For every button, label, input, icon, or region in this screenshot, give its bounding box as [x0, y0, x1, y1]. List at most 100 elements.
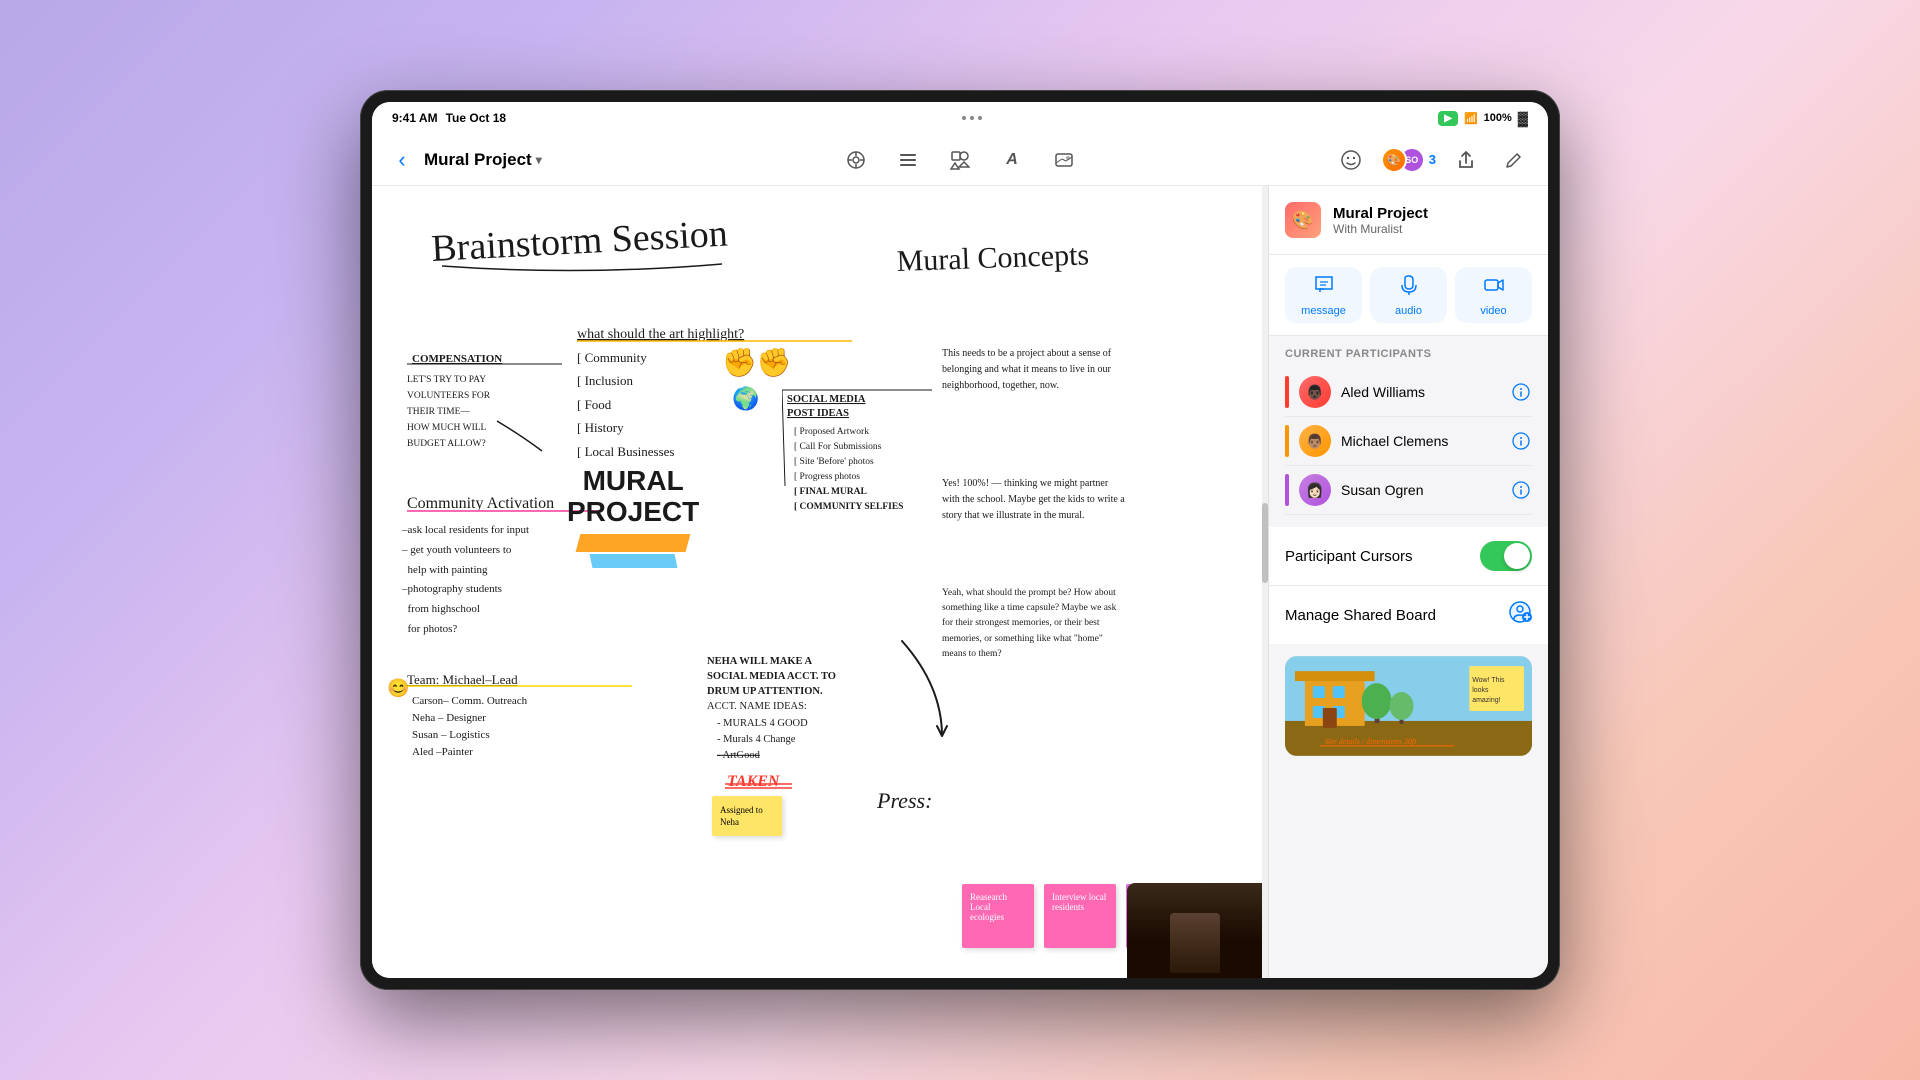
participant-info-button-1[interactable] [1510, 381, 1532, 403]
participant-item-susan: 👩🏻 Susan Ogren [1285, 466, 1532, 515]
draw-tool-icon [846, 150, 866, 170]
activation-list: –ask local residents for input – get you… [402, 521, 529, 640]
press-label: Press: [872, 776, 972, 821]
participants-section-label: CURRENT PARTICIPANTS [1285, 348, 1532, 360]
sticky-interview-text: Interview local residents [1052, 892, 1106, 912]
muralist-app-icon: 🎨 [1285, 202, 1321, 238]
panel-header: 🎨 Mural Project With Muralist [1269, 186, 1548, 255]
video-button[interactable]: video [1455, 267, 1532, 323]
svg-text:THEIR TIME—: THEIR TIME— [407, 407, 470, 417]
ipad-screen: 9:41 AM Tue Oct 18 ▶ 📶 100% ▓ ‹ [372, 102, 1548, 978]
svg-text:SOCIAL MEDIA: SOCIAL MEDIA [787, 394, 866, 405]
participant-item-aled: 👨🏿 Aled Williams [1285, 368, 1532, 417]
participant-indicator-2 [1285, 425, 1289, 457]
time-display: 9:41 AM [392, 111, 438, 125]
audio-icon [1398, 274, 1420, 302]
participants-section: CURRENT PARTICIPANTS 👨🏿 Aled Williams [1269, 336, 1548, 519]
share-button[interactable] [1448, 142, 1484, 178]
avatar-michael: 👨🏽 [1299, 425, 1331, 457]
smiley-badge: 😊 [387, 678, 409, 699]
svg-text:Neha – Designer: Neha – Designer [412, 712, 486, 724]
collaborator-count: 3 [1429, 152, 1436, 167]
list-tool-button[interactable] [890, 142, 926, 178]
svg-text:LET'S TRY TO PAY: LET'S TRY TO PAY [407, 375, 486, 385]
participant-cursors-toggle[interactable] [1480, 541, 1532, 571]
svg-text:DRUM UP ATTENTION.: DRUM UP ATTENTION. [707, 686, 823, 697]
list-tool-icon [898, 150, 918, 170]
project-name: Mural Project [424, 150, 532, 170]
edit-button[interactable] [1496, 142, 1532, 178]
participant-cursors-row[interactable]: Participant Cursors [1269, 527, 1548, 586]
svg-text:Susan – Logistics: Susan – Logistics [412, 729, 490, 741]
image-tool-icon [1054, 150, 1074, 170]
manage-shared-board-row[interactable]: Manage Shared Board [1269, 586, 1548, 644]
toolbar: ‹ Mural Project ▾ [372, 134, 1548, 186]
image-tool-button[interactable] [1046, 142, 1082, 178]
participant-name-3: Susan Ogren [1341, 482, 1500, 498]
mural-project-logo: MURALPROJECT [567, 466, 699, 568]
sticky-research[interactable]: Reasearch Local ecologies [962, 884, 1034, 948]
share-icon [1456, 150, 1476, 170]
fist-emoji: ✊✊ [722, 346, 792, 379]
sticky-assigned-neha[interactable]: Assigned to Neha [712, 796, 782, 836]
text-tool-icon: A [1006, 151, 1018, 169]
collaborators-button[interactable]: 🎨 SO 3 [1381, 147, 1436, 173]
toolbar-right: 🎨 SO 3 [1159, 142, 1532, 178]
svg-text:[ Site 'Before' photos: [ Site 'Before' photos [794, 456, 874, 467]
participant-cursors-label: Participant Cursors [1285, 548, 1480, 565]
svg-text:Mural Concepts: Mural Concepts [896, 238, 1090, 278]
svg-text:Site details / dimensions 30ft: Site details / dimensions 30ft [1325, 737, 1417, 746]
message-icon [1313, 274, 1335, 302]
svg-text:[ Call For Submissions: [ Call For Submissions [794, 442, 882, 452]
svg-text:Press:: Press: [876, 788, 932, 813]
scrollbar-thumb[interactable] [1262, 503, 1268, 583]
back-button[interactable]: ‹ [388, 146, 416, 174]
ipad-device: 9:41 AM Tue Oct 18 ▶ 📶 100% ▓ ‹ [360, 90, 1560, 990]
svg-text:Brainstorm Session: Brainstorm Session [430, 213, 728, 270]
video-self-view [1127, 883, 1262, 978]
reactions-icon [1340, 149, 1362, 171]
manage-shared-board-label: Manage Shared Board [1285, 607, 1508, 624]
text-tool-button[interactable]: A [994, 142, 1030, 178]
panel-title: Mural Project [1333, 205, 1532, 222]
svg-text:POST IDEAS: POST IDEAS [787, 408, 849, 419]
svg-text:[ Proposed Artwork: [ Proposed Artwork [794, 427, 869, 437]
toolbar-center: A [773, 142, 1146, 178]
message-button[interactable]: message [1285, 267, 1362, 323]
participant-indicator-3 [1285, 474, 1289, 506]
arrow-1 [492, 416, 552, 456]
shapes-tool-icon [950, 150, 970, 170]
svg-text:[ COMMUNITY SELFIES: [ COMMUNITY SELFIES [794, 502, 903, 512]
wifi-icon: 📶 [1464, 112, 1478, 125]
participant-info-button-2[interactable] [1510, 430, 1532, 452]
shapes-tool-button[interactable] [942, 142, 978, 178]
svg-text:HOW MUCH WILL: HOW MUCH WILL [407, 423, 487, 433]
svg-text:- Murals 4 Change: - Murals 4 Change [717, 734, 796, 745]
participant-info-button-3[interactable] [1510, 479, 1532, 501]
svg-text:ACCT. NAME IDEAS:: ACCT. NAME IDEAS: [707, 701, 807, 712]
date-display: Tue Oct 18 [446, 111, 506, 125]
draw-tool-button[interactable] [838, 142, 874, 178]
reactions-button[interactable] [1333, 142, 1369, 178]
edit-icon [1504, 150, 1524, 170]
world-emoji: 🌍 [732, 386, 759, 412]
participant-item-michael: 👨🏽 Michael Clemens [1285, 417, 1532, 466]
audio-button[interactable]: audio [1370, 267, 1447, 323]
communication-buttons: message audio [1269, 255, 1548, 336]
status-dots [962, 116, 982, 120]
sticky-interview[interactable]: Interview local residents [1044, 884, 1116, 948]
project-title[interactable]: Mural Project ▾ [424, 150, 542, 170]
body-text-1: This needs to be a project about a sense… [942, 346, 1122, 394]
canvas-area[interactable]: Brainstorm Session Mural Concepts what s… [372, 186, 1268, 978]
svg-text:Carson– Comm. Outreach: Carson– Comm. Outreach [412, 695, 528, 707]
canvas-scrollbar[interactable] [1262, 186, 1268, 978]
svg-text:amazing!: amazing! [1472, 697, 1500, 704]
svg-text:COMPENSATION: COMPENSATION [412, 353, 502, 365]
big-arrow [882, 636, 962, 756]
svg-text:SOCIAL MEDIA ACCT. TO: SOCIAL MEDIA ACCT. TO [707, 671, 836, 682]
avatar-emoji-2: 👨🏽 [1306, 433, 1323, 450]
avatar-susan: 👩🏻 [1299, 474, 1331, 506]
thumbnail-preview: Wow! This looks amazing! Site details / … [1285, 656, 1532, 756]
participant-indicator-1 [1285, 376, 1289, 408]
panel-subtitle: With Muralist [1333, 222, 1532, 236]
